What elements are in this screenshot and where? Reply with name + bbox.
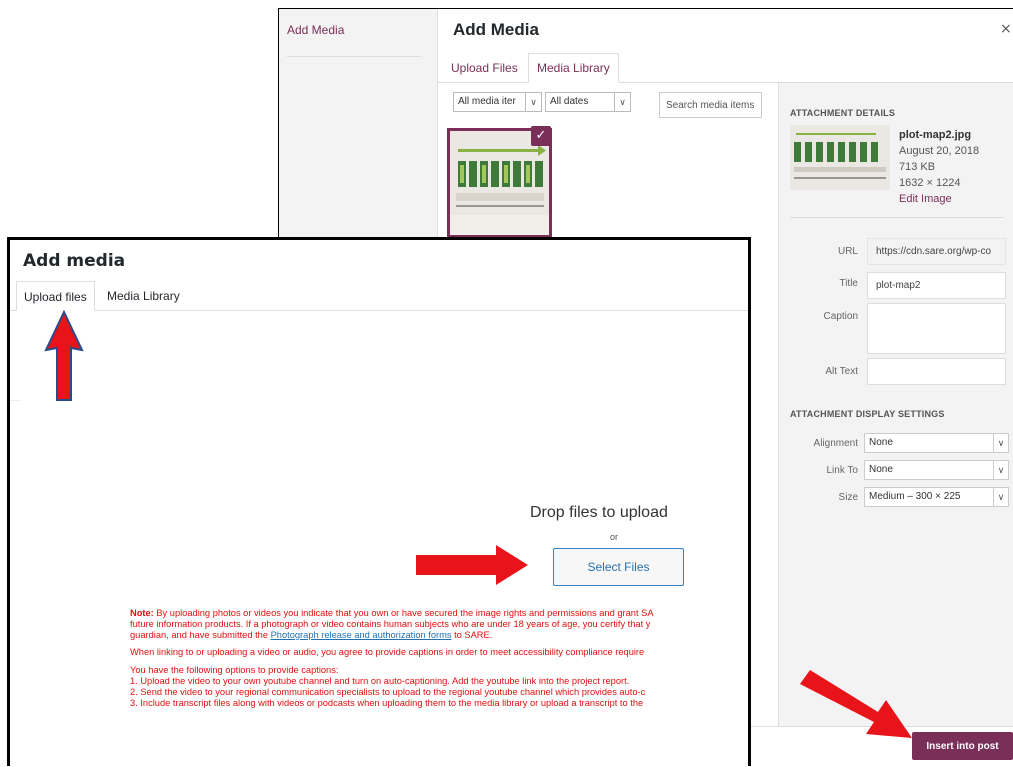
upload-note-line3: guardian, and have submitted the Photogr… xyxy=(130,630,748,641)
link-to-label: Link To xyxy=(826,465,858,476)
media-type-filter-value: All media iter xyxy=(458,96,516,107)
link-to-value: None xyxy=(869,464,893,475)
date-filter-value: All dates xyxy=(550,96,589,107)
modal-title: Add Media xyxy=(453,20,539,39)
size-label: Size xyxy=(838,492,858,503)
checkmark-icon[interactable]: ✓ xyxy=(531,126,551,146)
captions-option-3: 3. Include transcript files along with v… xyxy=(130,698,644,708)
up-arrow-annotation xyxy=(44,310,84,401)
chevron-down-icon: ∨ xyxy=(614,93,630,111)
modal-title: Add media xyxy=(23,251,126,271)
select-files-button[interactable]: Select Files xyxy=(553,548,684,586)
chevron-down-icon: ∨ xyxy=(525,93,541,111)
search-placeholder: Search media items xyxy=(666,100,755,111)
upload-note-line2: future information products. If a photog… xyxy=(130,619,651,629)
attachment-date: August 20, 2018 xyxy=(899,145,980,157)
size-select[interactable]: Medium – 300 × 225 ∨ xyxy=(864,487,1009,507)
attachment-details-heading: ATTACHMENT DETAILS xyxy=(790,108,896,118)
tab-upload-files[interactable]: Upload files xyxy=(16,281,95,311)
add-media-modal: Add media Upload files Media Library Dro… xyxy=(7,237,751,766)
captions-option-1: 1. Upload the video to your own youtube … xyxy=(130,676,630,686)
plot-map-image xyxy=(450,131,549,235)
chevron-down-icon: ∨ xyxy=(993,461,1008,479)
note-line3-end: to SARE. xyxy=(451,630,493,640)
captions-option-2: 2. Send the video to your regional commu… xyxy=(130,687,646,697)
date-filter[interactable]: All dates ∨ xyxy=(545,92,631,112)
attachment-preview xyxy=(790,125,890,190)
details-divider xyxy=(790,217,1004,218)
attachment-dimensions: 1632 × 1224 xyxy=(899,177,961,189)
upload-note: Note: By uploading photos or videos you … xyxy=(130,608,748,619)
edit-image-link[interactable]: Edit Image xyxy=(899,193,952,205)
menu-item-add-media[interactable]: Add Media xyxy=(287,23,344,37)
url-field[interactable]: https://cdn.sare.org/wp-co xyxy=(867,238,1006,265)
tab-media-library[interactable]: Media Library xyxy=(528,53,619,83)
insert-into-post-button[interactable]: Insert into post xyxy=(912,732,1013,760)
plot-map-preview-image xyxy=(790,125,890,190)
note-label: Note: xyxy=(130,608,154,618)
right-arrow-annotation xyxy=(416,545,528,585)
media-type-filter[interactable]: All media iter ∨ xyxy=(453,92,542,112)
diagonal-arrow-annotation xyxy=(800,670,912,738)
photograph-release-link[interactable]: Photograph release and authorization for… xyxy=(271,630,452,640)
attachment-filesize: 713 KB xyxy=(899,161,936,173)
title-label: Title xyxy=(839,278,858,289)
alignment-select[interactable]: None ∨ xyxy=(864,433,1009,453)
captions-options-intro: You have the following options to provid… xyxy=(130,665,339,675)
tab-upload-files[interactable]: Upload Files xyxy=(451,61,518,75)
caption-label: Caption xyxy=(823,311,858,322)
captions-requirement: When linking to or uploading a video or … xyxy=(130,647,645,657)
alt-text-field[interactable] xyxy=(867,358,1006,385)
note-line3-text: guardian, and have submitted the xyxy=(130,630,271,640)
display-settings-heading: ATTACHMENT DISPLAY SETTINGS xyxy=(790,409,945,419)
or-label: or xyxy=(610,532,619,542)
size-value: Medium – 300 × 225 xyxy=(869,491,961,502)
title-field[interactable]: plot-map2 xyxy=(867,272,1006,299)
drop-files-heading: Drop files to upload xyxy=(530,504,668,521)
note-text: By uploading photos or videos you indica… xyxy=(153,608,654,618)
search-media-input[interactable]: Search media items xyxy=(659,92,762,118)
attachment-filename: plot-map2.jpg xyxy=(899,129,972,141)
alignment-label: Alignment xyxy=(813,438,858,449)
chevron-down-icon: ∨ xyxy=(993,488,1008,506)
url-label: URL xyxy=(837,246,858,257)
alt-text-label: Alt Text xyxy=(825,366,858,377)
attachment-details-sidebar: ATTACHMENT DETAILS plot-map2.jpg August … xyxy=(778,83,1013,767)
caption-field[interactable] xyxy=(867,303,1006,354)
url-value: https://cdn.sare.org/wp-co xyxy=(876,246,992,257)
title-value: plot-map2 xyxy=(876,280,921,291)
menu-separator xyxy=(287,56,421,57)
tab-media-library[interactable]: Media Library xyxy=(100,281,187,311)
close-icon[interactable]: × xyxy=(1000,21,1012,37)
alignment-value: None xyxy=(869,437,893,448)
divider xyxy=(10,400,21,401)
link-to-select[interactable]: None ∨ xyxy=(864,460,1009,480)
chevron-down-icon: ∨ xyxy=(993,434,1008,452)
